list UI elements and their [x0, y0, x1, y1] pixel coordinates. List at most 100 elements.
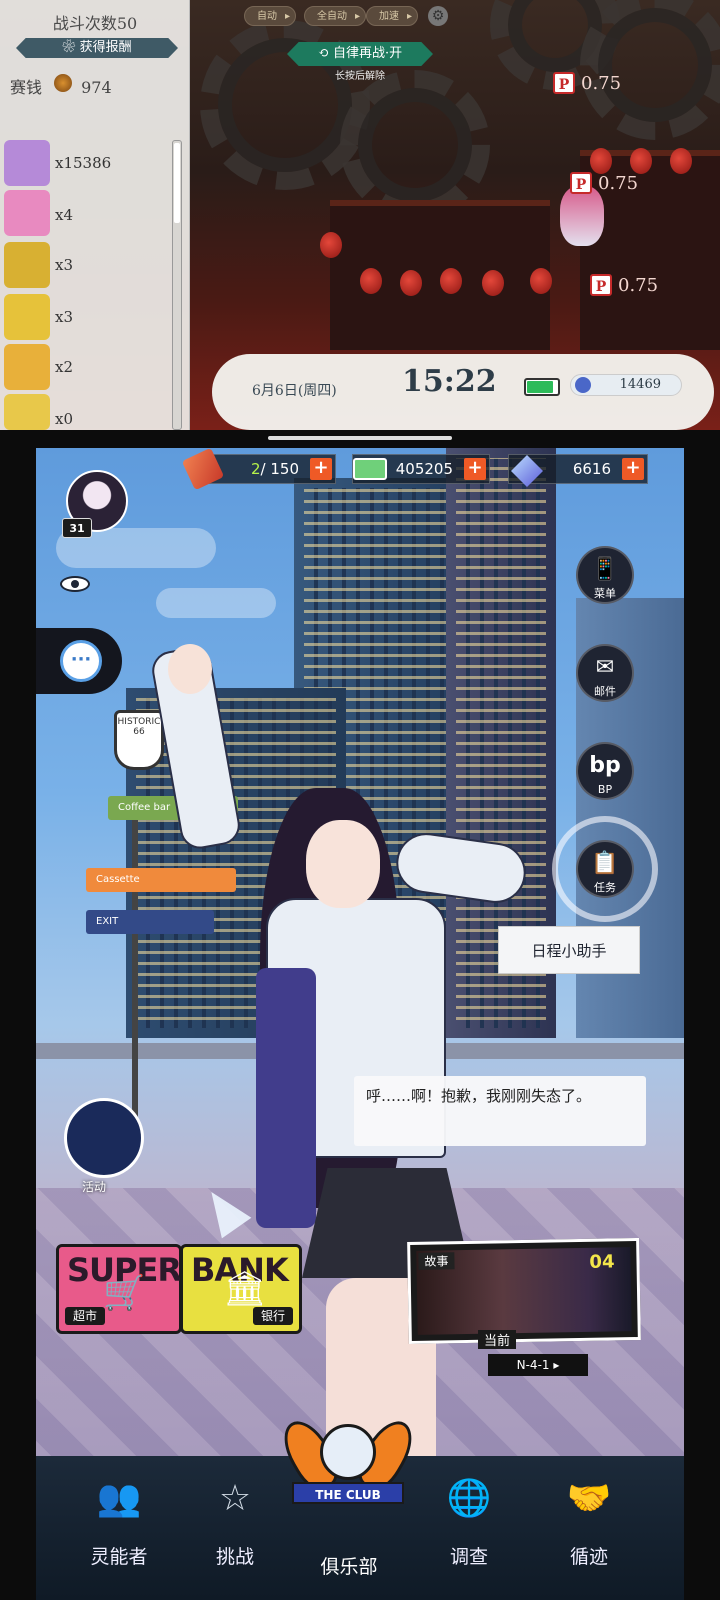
cassette-sign: Cassette — [86, 868, 236, 892]
gear-decoration — [340, 70, 490, 220]
bp-icon: bp — [589, 753, 621, 778]
nav-label: 灵能者 — [90, 1546, 148, 1568]
reward-scrollbar[interactable] — [172, 140, 182, 430]
crystal-resource: 6616 + — [508, 454, 648, 487]
p-icon: P — [570, 172, 592, 194]
bank-button[interactable]: BANK 🏛 银行 — [180, 1244, 302, 1334]
auto-retry-toggle[interactable]: ⟲ 自律再战·开 — [287, 42, 433, 66]
split-screen-divider[interactable] — [268, 436, 452, 440]
scroll-thumb[interactable] — [174, 143, 180, 223]
episode-number: 04 — [589, 1251, 615, 1273]
mail-button[interactable]: ✉ 邮件 — [576, 644, 634, 702]
lantern-decoration — [360, 268, 382, 294]
lantern-decoration — [530, 268, 552, 294]
club-shark-icon — [320, 1424, 376, 1480]
green-book-icon[interactable] — [4, 242, 50, 288]
bp-button[interactable]: bp BP — [576, 742, 634, 800]
eye-icon[interactable] — [60, 576, 90, 592]
lantern-decoration — [670, 148, 692, 174]
route-66-label: HISTORIC 66 — [117, 717, 161, 737]
nav-agents[interactable]: 👥 灵能者 — [64, 1476, 174, 1596]
event-shark-icon[interactable] — [64, 1098, 144, 1178]
nav-label: 挑战 — [215, 1546, 254, 1568]
menu-button[interactable]: 📱 菜单 — [576, 546, 634, 604]
crystal-value: 6616 — [572, 460, 611, 478]
globe-icon: 🌐 — [446, 1478, 492, 1519]
nav-club-label[interactable]: 俱乐部 — [294, 1552, 404, 1579]
event-label: 活动 — [82, 1180, 107, 1194]
bp-label: BP — [597, 783, 613, 796]
full-auto-button[interactable]: 全自动 — [304, 6, 366, 27]
p-marker-value: 0.75 — [598, 173, 639, 194]
ticket-icon — [181, 448, 225, 491]
bank-label: 银行 — [252, 1307, 293, 1325]
ticket-resource: 2/ 150 + — [181, 448, 336, 491]
battery-level — [527, 381, 553, 393]
ticket-max: / 150 — [260, 460, 299, 478]
item-count: x0 — [55, 410, 74, 428]
cake-icon[interactable] — [4, 190, 50, 236]
yellow-book-icon[interactable] — [4, 294, 50, 340]
auto-button[interactable]: 自动 — [244, 6, 296, 27]
add-crystal-button[interactable]: + — [622, 458, 644, 480]
energy-value: 14469 — [619, 377, 661, 392]
club-logo[interactable]: THE CLUB — [274, 1408, 422, 1532]
mahjong-tile-icon[interactable] — [4, 344, 50, 390]
item-count: x3 — [55, 256, 74, 274]
mail-icon: ✉ — [595, 655, 615, 680]
story-card[interactable]: 故事 04 — [407, 1237, 641, 1345]
p-marker: P 0.75 — [570, 172, 638, 194]
lantern-decoration — [400, 270, 422, 296]
item-count: x3 — [55, 308, 74, 326]
nav-investigate[interactable]: 🌐 调查 — [414, 1476, 524, 1596]
character-face — [306, 820, 380, 908]
task-label: 任务 — [594, 881, 616, 894]
chat-bubble-icon: ··· — [60, 640, 102, 682]
shopping-cart-icon: 🛒 — [103, 1273, 146, 1313]
status-bar: 6月6日(周四) 15:22 14469 — [212, 354, 714, 430]
player-level: 31 — [62, 518, 92, 538]
energy-icon — [575, 377, 591, 393]
supermarket-button[interactable]: SUPER 🛒 超市 — [56, 1244, 182, 1334]
current-stage[interactable]: N-4-1 ▸ — [488, 1354, 588, 1376]
item-count: x2 — [55, 358, 74, 376]
bottom-navigation: 👥 灵能者 ☆ 挑战 THE CLUB 俱乐部 🌐 调查 🤝 循迹 — [36, 1412, 684, 1600]
clipboard-icon: 📋 — [591, 851, 619, 876]
club-window: HISTORIC 66 Coffee bar Cassette EXIT 31 … — [36, 448, 684, 1600]
character-fist — [168, 644, 212, 694]
character-jacket-panel — [256, 968, 316, 1228]
lantern-decoration — [482, 270, 504, 296]
menu-label: 菜单 — [594, 587, 616, 600]
settings-gear-icon[interactable]: ⚙ — [428, 6, 448, 26]
battle-count: 战斗次数50 — [52, 14, 138, 33]
add-cash-button[interactable]: + — [464, 458, 486, 480]
phone-icon: 📱 — [591, 557, 619, 582]
nav-challenge[interactable]: ☆ 挑战 — [180, 1476, 290, 1596]
p-marker: P 0.75 — [590, 274, 658, 296]
exit-sign: EXIT — [86, 910, 214, 934]
mail-label: 邮件 — [594, 685, 616, 698]
date-text: 6月6日(周四) — [252, 383, 337, 399]
reward-header: ❀ 获得报酬 — [16, 38, 178, 58]
handshake-icon: 🤝 — [566, 1478, 612, 1519]
ticket-current: 2 — [251, 460, 261, 478]
schedule-helper-tooltip[interactable]: 日程小助手 — [498, 926, 640, 974]
dialogue-box[interactable]: 呼……啊！抱歉，我刚刚失态了。 — [354, 1076, 646, 1146]
chat-button[interactable]: ··· — [36, 628, 122, 694]
lantern-decoration — [440, 268, 462, 294]
task-button[interactable]: 📋 任务 — [576, 840, 634, 898]
nav-label: 循迹 — [569, 1546, 608, 1568]
add-ticket-button[interactable]: + — [310, 458, 332, 480]
star-icon: ☆ — [218, 1478, 252, 1519]
p-marker: P 0.75 — [553, 72, 621, 94]
agents-icon: 👥 — [96, 1478, 142, 1519]
battery-icon — [524, 378, 560, 396]
club-logo-text: THE CLUB — [292, 1482, 404, 1504]
mahjong-tile-2-icon[interactable] — [4, 394, 50, 430]
p-marker-value: 0.75 — [618, 275, 659, 296]
speed-button[interactable]: 加速 — [366, 6, 418, 27]
bank-building-icon: 🏛 — [223, 1269, 267, 1309]
lantern-decoration — [590, 148, 612, 174]
nav-trace[interactable]: 🤝 循迹 — [534, 1476, 644, 1596]
purple-token-icon[interactable] — [4, 140, 50, 186]
